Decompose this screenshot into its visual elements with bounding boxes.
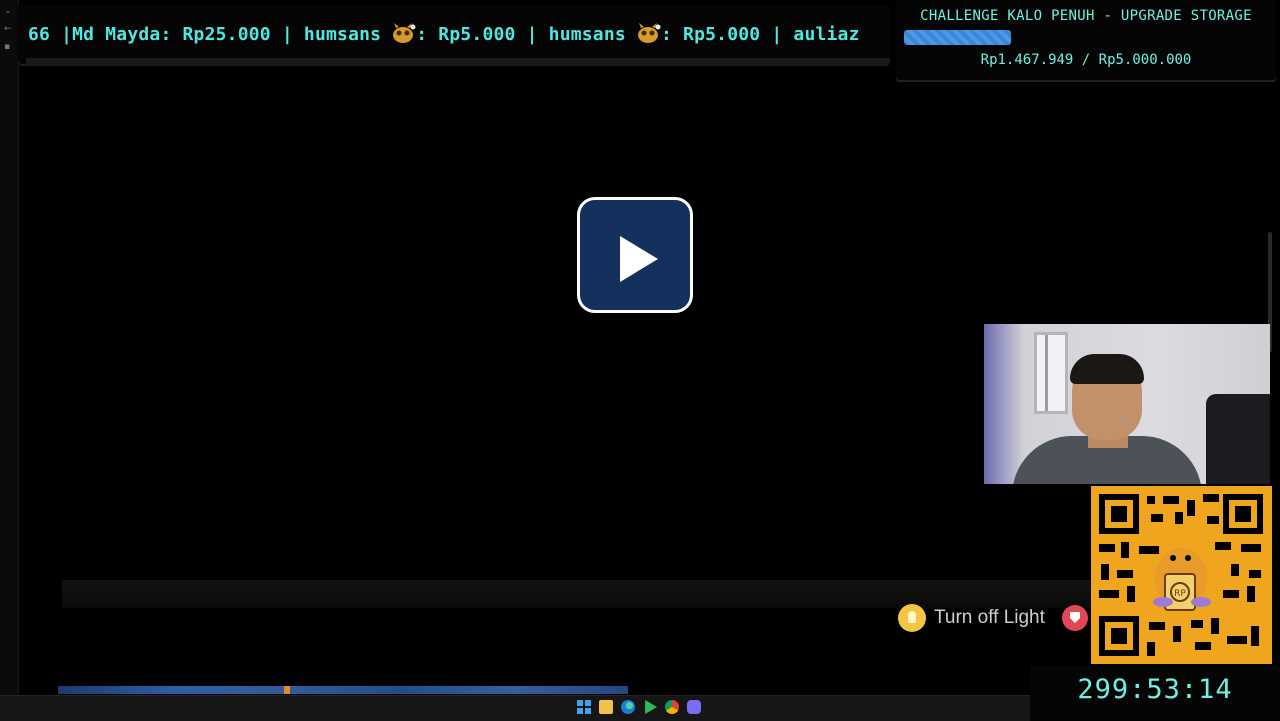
- goal-progress-bar: [904, 30, 1268, 45]
- monster-emoji-icon: [393, 23, 416, 43]
- turn-off-light-button[interactable]: Turn off Light: [898, 604, 1045, 632]
- file-explorer-icon[interactable]: [599, 700, 613, 714]
- challenge-amount: Rp1.467.949 / Rp5.000.000: [980, 52, 1192, 68]
- discord-icon[interactable]: [687, 700, 701, 714]
- webcam-person-hair: [1070, 354, 1144, 384]
- webcam-chair: [1206, 394, 1270, 484]
- ticker-underline: [26, 58, 890, 64]
- chrome-icon[interactable]: [665, 700, 679, 714]
- windows-start-icon[interactable]: [577, 700, 591, 714]
- play-icon: [620, 236, 658, 282]
- webcam-window-frame: [1034, 332, 1068, 414]
- ticker-segment: : Rp5.000 | auliaz: [660, 24, 860, 45]
- report-badge-icon[interactable]: [1062, 605, 1088, 631]
- countdown-timer: 299:53:14: [1077, 674, 1233, 705]
- strip-marker: [284, 686, 290, 694]
- dot-icon: ▪: [4, 42, 11, 52]
- turn-off-light-label: Turn off Light: [934, 607, 1045, 628]
- donation-qr-code: RP: [1091, 486, 1272, 664]
- play-button[interactable]: [577, 197, 693, 313]
- challenge-title: CHALLENGE KALO PENUH - UPGRADE STORAGE: [920, 8, 1252, 24]
- countdown-timer-box: 299:53:14: [1030, 666, 1280, 720]
- taskbar-icons: [577, 700, 701, 714]
- back-arrow-icon[interactable]: ←: [4, 24, 12, 34]
- ticker-segment: 66 |Md Mayda: Rp25.000 | humsans: [28, 24, 393, 45]
- play-store-icon[interactable]: [645, 700, 657, 714]
- windows-taskbar: [0, 695, 1030, 721]
- lightbulb-icon: [898, 604, 926, 632]
- webcam-feed: [984, 324, 1270, 484]
- donation-ticker: 66 |Md Mayda: Rp25.000 | humsans : Rp5.0…: [18, 4, 890, 64]
- challenge-goal-widget: CHALLENGE KALO PENUH - UPGRADE STORAGE R…: [896, 0, 1276, 80]
- monster-emoji-icon: [637, 23, 661, 43]
- edge-icon[interactable]: [621, 700, 635, 714]
- ticker-segment: : Rp5.000 | humsans: [416, 24, 637, 45]
- goal-progress-fill: [904, 30, 1011, 45]
- thumbnail-strip[interactable]: [58, 686, 628, 694]
- browser-left-edge: ⌄ ← ▪: [0, 0, 19, 720]
- svg-text:RP: RP: [1174, 589, 1186, 599]
- qr-code-graphic: RP: [1091, 486, 1272, 664]
- chevron-down-icon[interactable]: ⌄: [4, 6, 12, 16]
- ticker-text: 66 |Md Mayda: Rp25.000 | humsans : Rp5.0…: [28, 22, 860, 45]
